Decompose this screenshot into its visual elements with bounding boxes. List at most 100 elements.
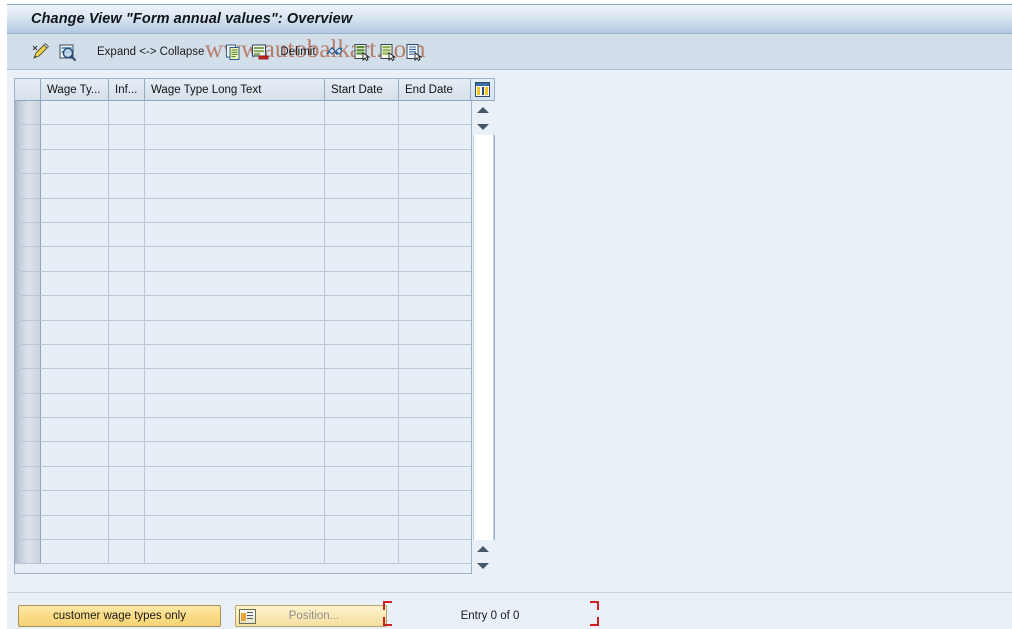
cell-start-date[interactable] bbox=[325, 222, 399, 247]
deselect-all-icon[interactable] bbox=[376, 40, 400, 64]
cell-wage-type[interactable] bbox=[41, 101, 109, 125]
cell-long-text[interactable] bbox=[145, 515, 325, 540]
table-row[interactable] bbox=[15, 296, 471, 321]
cell-long-text[interactable] bbox=[145, 491, 325, 515]
cell-wage-type[interactable] bbox=[41, 418, 109, 442]
row-selector-button[interactable] bbox=[15, 418, 41, 442]
row-selector-button[interactable] bbox=[15, 515, 41, 540]
scrollbar-track[interactable] bbox=[472, 135, 494, 540]
select-block-icon[interactable] bbox=[402, 40, 426, 64]
table-row[interactable] bbox=[15, 101, 471, 126]
row-selector-button[interactable] bbox=[15, 320, 41, 344]
undo-icon[interactable] bbox=[324, 40, 348, 64]
cell-long-text[interactable] bbox=[145, 393, 325, 418]
details-icon[interactable] bbox=[55, 40, 79, 64]
table-row[interactable] bbox=[15, 442, 471, 467]
cell-long-text[interactable] bbox=[145, 247, 325, 271]
table-row[interactable] bbox=[15, 222, 471, 248]
cell-start-date[interactable] bbox=[325, 466, 399, 491]
cell-end-date[interactable] bbox=[399, 369, 471, 393]
cell-infotype[interactable] bbox=[109, 466, 145, 491]
cell-infotype[interactable] bbox=[109, 296, 145, 320]
cell-end-date[interactable] bbox=[399, 320, 471, 344]
table-row[interactable] bbox=[15, 271, 471, 297]
cell-long-text[interactable] bbox=[145, 344, 325, 369]
cell-wage-type[interactable] bbox=[41, 296, 109, 320]
delimit-button[interactable]: Delimit bbox=[274, 40, 321, 64]
cell-wage-type[interactable] bbox=[41, 271, 109, 296]
row-selector-button[interactable] bbox=[15, 344, 41, 369]
cell-infotype[interactable] bbox=[109, 271, 145, 296]
display-change-icon[interactable] bbox=[29, 40, 53, 64]
cell-wage-type[interactable] bbox=[41, 174, 109, 198]
row-selector-button[interactable] bbox=[15, 296, 41, 320]
table-row[interactable] bbox=[15, 247, 471, 272]
cell-end-date[interactable] bbox=[399, 466, 471, 491]
cell-start-date[interactable] bbox=[325, 247, 399, 271]
cell-infotype[interactable] bbox=[109, 540, 145, 564]
cell-end-date[interactable] bbox=[399, 540, 471, 564]
cell-wage-type[interactable] bbox=[41, 515, 109, 540]
row-selector-button[interactable] bbox=[15, 466, 41, 491]
cell-start-date[interactable] bbox=[325, 491, 399, 515]
cell-long-text[interactable] bbox=[145, 125, 325, 149]
cell-infotype[interactable] bbox=[109, 418, 145, 442]
row-selector-button[interactable] bbox=[15, 393, 41, 418]
cell-wage-type[interactable] bbox=[41, 222, 109, 247]
cell-infotype[interactable] bbox=[109, 174, 145, 198]
cell-long-text[interactable] bbox=[145, 540, 325, 564]
cell-long-text[interactable] bbox=[145, 466, 325, 491]
cell-infotype[interactable] bbox=[109, 442, 145, 466]
cell-start-date[interactable] bbox=[325, 296, 399, 320]
cell-end-date[interactable] bbox=[399, 198, 471, 222]
table-header-long-text[interactable]: Wage Type Long Text bbox=[145, 79, 325, 100]
cell-wage-type[interactable] bbox=[41, 466, 109, 491]
cell-wage-type[interactable] bbox=[41, 393, 109, 418]
row-selector-button[interactable] bbox=[15, 247, 41, 271]
row-selector-button[interactable] bbox=[15, 540, 41, 564]
cell-long-text[interactable] bbox=[145, 198, 325, 222]
cell-start-date[interactable] bbox=[325, 515, 399, 540]
cell-infotype[interactable] bbox=[109, 222, 145, 247]
row-selector-button[interactable] bbox=[15, 174, 41, 198]
table-row[interactable] bbox=[15, 491, 471, 516]
cell-end-date[interactable] bbox=[399, 515, 471, 540]
cell-long-text[interactable] bbox=[145, 296, 325, 320]
cell-wage-type[interactable] bbox=[41, 247, 109, 271]
cell-wage-type[interactable] bbox=[41, 369, 109, 393]
cell-end-date[interactable] bbox=[399, 174, 471, 198]
copy-as-icon[interactable] bbox=[222, 40, 246, 64]
cell-wage-type[interactable] bbox=[41, 198, 109, 222]
table-header-infotype[interactable]: Inf... bbox=[109, 79, 145, 100]
cell-infotype[interactable] bbox=[109, 344, 145, 369]
scroll-down-icon[interactable] bbox=[471, 557, 495, 574]
cell-long-text[interactable] bbox=[145, 149, 325, 174]
cell-wage-type[interactable] bbox=[41, 540, 109, 564]
cell-start-date[interactable] bbox=[325, 418, 399, 442]
cell-end-date[interactable] bbox=[399, 125, 471, 149]
row-selector-button[interactable] bbox=[15, 222, 41, 247]
select-all-icon[interactable] bbox=[350, 40, 374, 64]
row-selector-button[interactable] bbox=[15, 125, 41, 149]
table-header-end-date[interactable]: End Date bbox=[399, 79, 471, 100]
column-settings-icon[interactable] bbox=[471, 79, 494, 100]
scroll-down-icon-top[interactable] bbox=[471, 118, 495, 135]
cell-start-date[interactable] bbox=[325, 540, 399, 564]
row-selector-button[interactable] bbox=[15, 198, 41, 222]
cell-end-date[interactable] bbox=[399, 442, 471, 466]
row-selector-button[interactable] bbox=[15, 369, 41, 393]
cell-start-date[interactable] bbox=[325, 101, 399, 125]
cell-infotype[interactable] bbox=[109, 198, 145, 222]
cell-end-date[interactable] bbox=[399, 344, 471, 369]
cell-start-date[interactable] bbox=[325, 442, 399, 466]
cell-infotype[interactable] bbox=[109, 491, 145, 515]
cell-long-text[interactable] bbox=[145, 442, 325, 466]
cell-infotype[interactable] bbox=[109, 515, 145, 540]
cell-end-date[interactable] bbox=[399, 491, 471, 515]
cell-infotype[interactable] bbox=[109, 247, 145, 271]
row-selector-button[interactable] bbox=[15, 491, 41, 515]
expand-collapse-button[interactable]: Expand <-> Collapse bbox=[91, 40, 210, 64]
cell-start-date[interactable] bbox=[325, 198, 399, 222]
cell-wage-type[interactable] bbox=[41, 125, 109, 149]
cell-end-date[interactable] bbox=[399, 101, 471, 125]
